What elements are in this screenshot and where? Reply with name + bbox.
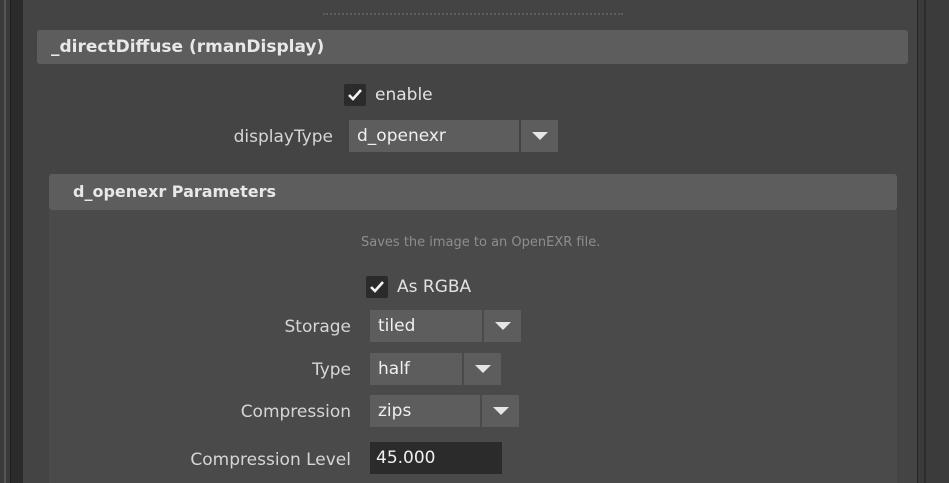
- frame-header-d-openexr-parameters[interactable]: d_openexr Parameters: [49, 174, 897, 210]
- checkmark-icon: [370, 281, 384, 293]
- chevron-down-icon: [531, 132, 548, 140]
- type-dropdown[interactable]: half: [370, 353, 501, 385]
- compression-level-label: Compression Level: [190, 450, 351, 470]
- drag-grip[interactable]: [323, 13, 623, 15]
- chevron-down-icon: [492, 407, 509, 415]
- display-type-dropdown[interactable]: d_openexr: [349, 120, 558, 152]
- display-type-label: displayType: [233, 127, 333, 147]
- display-type-value[interactable]: d_openexr: [349, 120, 519, 152]
- type-label: Type: [311, 360, 351, 380]
- frame-header-directdiffuse[interactable]: _directDiffuse (rmanDisplay): [37, 30, 908, 64]
- compression-level-field[interactable]: 45.000: [370, 442, 502, 474]
- as-rgba-label: As RGBA: [397, 277, 472, 297]
- compression-value[interactable]: zips: [370, 395, 480, 427]
- as-rgba-checkbox-row[interactable]: As RGBA: [366, 274, 471, 300]
- enable-label: enable: [375, 85, 433, 105]
- type-arrow[interactable]: [464, 353, 501, 385]
- storage-label: Storage: [284, 317, 351, 337]
- enable-checkbox-row[interactable]: enable: [344, 82, 433, 108]
- storage-arrow[interactable]: [484, 310, 521, 342]
- compression-label: Compression: [240, 402, 351, 422]
- attribute-panel: _directDiffuse (rmanDisplay) enable disp…: [22, 0, 918, 483]
- compression-arrow[interactable]: [482, 395, 519, 427]
- frame-title: _directDiffuse (rmanDisplay): [51, 37, 325, 57]
- storage-dropdown[interactable]: tiled: [370, 310, 521, 342]
- right-scrollbar[interactable]: [917, 0, 949, 483]
- as-rgba-checkbox[interactable]: [366, 276, 388, 298]
- attribute-editor-window: _directDiffuse (rmanDisplay) enable disp…: [0, 0, 949, 483]
- chevron-down-icon: [494, 322, 511, 330]
- enable-checkbox[interactable]: [344, 84, 366, 106]
- storage-value[interactable]: tiled: [370, 310, 482, 342]
- parameters-description: Saves the image to an OpenEXR file.: [361, 235, 601, 250]
- sub-frame-title: d_openexr Parameters: [73, 182, 276, 201]
- left-splitter[interactable]: [0, 0, 11, 483]
- chevron-down-icon: [474, 365, 491, 373]
- compression-dropdown[interactable]: zips: [370, 395, 519, 427]
- checkmark-icon: [348, 89, 362, 101]
- display-type-arrow[interactable]: [521, 120, 558, 152]
- type-value[interactable]: half: [370, 353, 462, 385]
